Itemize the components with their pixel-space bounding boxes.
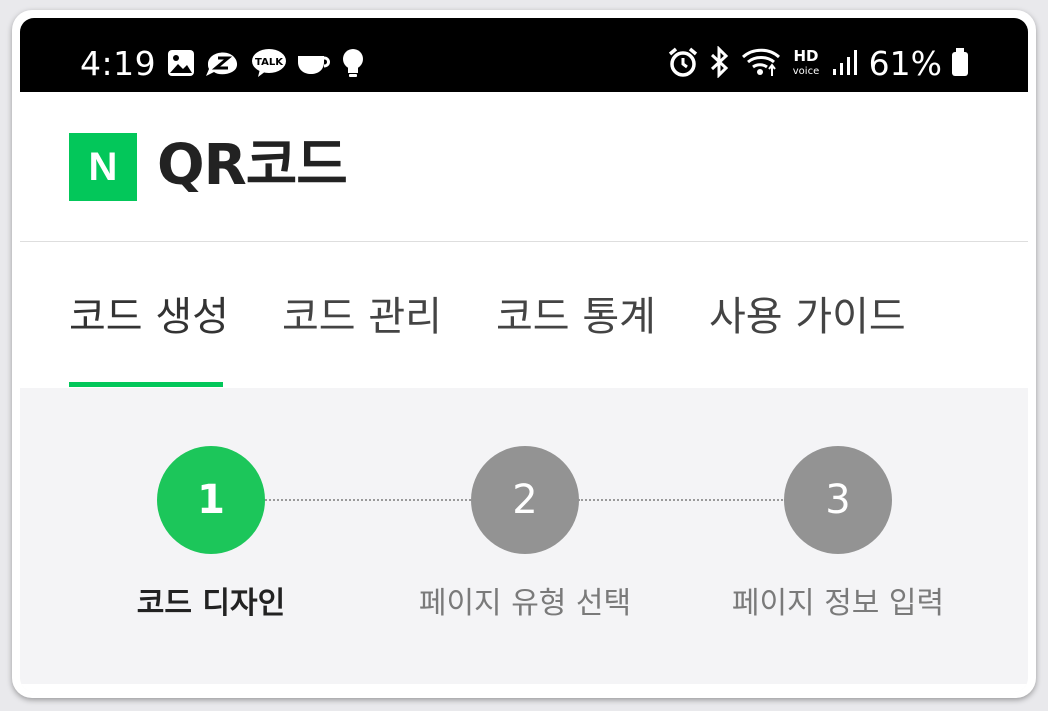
step-2-circle: 2	[471, 446, 579, 554]
status-time: 4:19	[80, 44, 157, 83]
tab-bar: 코드 생성 코드 관리 코드 통계 사용 가이드	[20, 242, 1028, 388]
tab-create-code[interactable]: 코드 생성	[69, 292, 229, 342]
step-connector-1	[265, 499, 471, 501]
tab-manage-code[interactable]: 코드 관리	[282, 292, 442, 342]
bulb-icon	[340, 47, 366, 83]
device-frame: 4:19 TALK HD voice 61% N QR코드 코드 생성 코드 관…	[12, 10, 1036, 698]
gallery-icon	[166, 48, 196, 82]
tab-code-stats[interactable]: 코드 통계	[496, 292, 656, 342]
active-tab-indicator	[69, 382, 223, 387]
bluetooth-icon	[707, 45, 733, 82]
signal-icon	[831, 47, 861, 81]
naver-logo[interactable]: N	[69, 133, 137, 201]
cup-icon	[296, 48, 332, 82]
svg-text:TALK: TALK	[255, 57, 284, 68]
alarm-icon	[667, 46, 699, 82]
content-bottom-edge	[20, 684, 1028, 692]
step-3-label: 페이지 정보 입력	[731, 586, 945, 621]
step-connector-2	[578, 499, 786, 501]
step-1-label: 코드 디자인	[136, 586, 286, 621]
step-2-label: 페이지 유형 선택	[418, 586, 632, 621]
step-1-circle: 1	[157, 446, 265, 554]
kakaotalk-icon: TALK	[250, 47, 288, 83]
step-progress: 1 2 3 코드 디자인 페이지 유형 선택 페이지 정보 입력	[20, 388, 1028, 692]
battery-percent: 61%	[868, 44, 942, 83]
hd-voice-icon: HD voice	[789, 46, 823, 82]
wifi-icon	[741, 46, 781, 82]
status-bar: 4:19 TALK HD voice 61%	[20, 18, 1028, 92]
svg-text:HD: HD	[793, 47, 818, 65]
tab-usage-guide[interactable]: 사용 가이드	[709, 292, 906, 342]
notification-icons: TALK	[166, 48, 366, 82]
system-status-icons: HD voice 61%	[667, 44, 970, 83]
svg-text:voice: voice	[792, 66, 818, 77]
page-title: QR코드	[157, 133, 348, 198]
step-3-circle: 3	[784, 446, 892, 554]
battery-icon	[950, 47, 970, 81]
app-header: N QR코드	[20, 92, 1028, 242]
thread-icon	[204, 48, 242, 82]
app-screen: 4:19 TALK HD voice 61% N QR코드 코드 생성 코드 관…	[20, 18, 1028, 692]
